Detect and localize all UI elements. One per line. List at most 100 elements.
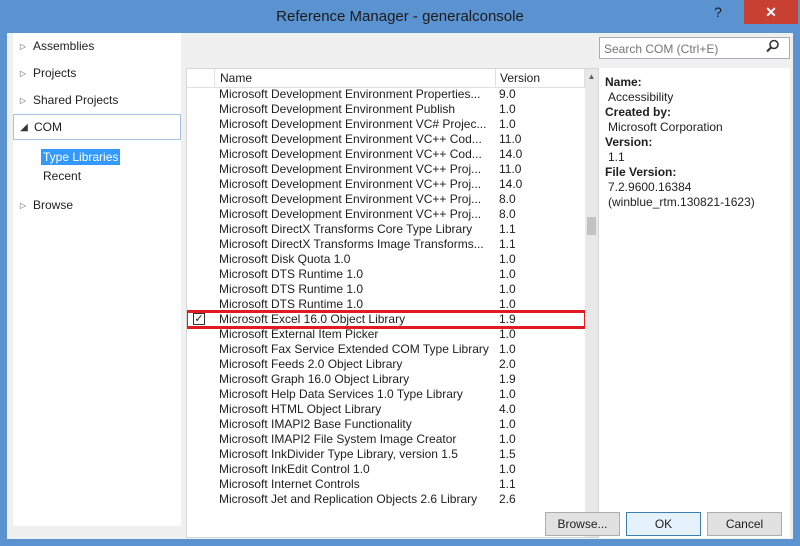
window-title: Reference Manager - generalconsole xyxy=(276,8,524,25)
row-version: 1.9 xyxy=(499,372,516,386)
row-name: Microsoft DTS Runtime 1.0 xyxy=(219,267,364,281)
row-name: Microsoft Development Environment VC++ P… xyxy=(219,207,482,221)
row-name: Microsoft DirectX Transforms Core Type L… xyxy=(219,222,473,236)
row-version: 9.0 xyxy=(499,87,516,101)
list-row[interactable]: Microsoft Development Environment VC++ C… xyxy=(187,132,585,147)
list-row[interactable]: Microsoft Development Environment VC++ P… xyxy=(187,162,585,177)
list-row[interactable]: Microsoft Graph 16.0 Object Library 1.9 xyxy=(187,372,585,387)
detail-name-label: Name: xyxy=(605,75,642,89)
row-name: Microsoft Development Environment VC++ C… xyxy=(219,147,482,161)
search-icon[interactable] xyxy=(762,39,784,57)
list-row[interactable]: Microsoft Disk Quota 1.0 1.0 xyxy=(187,252,585,267)
row-name: Microsoft Development Environment VC++ P… xyxy=(219,177,482,191)
details-panel: Name: Accessibility Created by: Microsof… xyxy=(599,68,790,538)
list-row[interactable]: ✓ Microsoft Excel 16.0 Object Library 1.9 xyxy=(187,310,587,329)
nav-subitem-recent[interactable]: Recent xyxy=(41,168,83,184)
list-row[interactable]: Microsoft DTS Runtime 1.0 1.0 xyxy=(187,282,585,297)
row-version: 1.0 xyxy=(499,417,516,431)
vertical-scrollbar[interactable]: ▲ ▼ xyxy=(585,69,598,537)
title-bar: Reference Manager - generalconsole ? ✕ xyxy=(0,0,800,33)
list-row[interactable]: Microsoft DirectX Transforms Image Trans… xyxy=(187,237,585,252)
expand-arrow-icon: ▷ xyxy=(19,200,27,210)
list-row[interactable]: Microsoft Help Data Services 1.0 Type Li… xyxy=(187,387,585,402)
detail-name-value: Accessibility xyxy=(608,90,674,104)
column-header-version[interactable]: Version xyxy=(495,69,585,87)
row-version: 1.1 xyxy=(499,237,516,251)
list-row[interactable]: Microsoft Development Environment Publis… xyxy=(187,102,585,117)
row-name: Microsoft Help Data Services 1.0 Type Li… xyxy=(219,387,463,401)
list-row[interactable]: Microsoft InkDivider Type Library, versi… xyxy=(187,447,585,462)
nav-item-label: Browse xyxy=(33,198,74,212)
row-version: 2.0 xyxy=(499,357,516,371)
nav-item-com[interactable]: ◢ COM xyxy=(13,114,181,140)
list-row[interactable]: Microsoft Jet and Replication Objects 2.… xyxy=(187,492,585,507)
close-button[interactable]: ✕ xyxy=(744,0,798,24)
row-version: 1.9 xyxy=(499,312,516,326)
row-name: Microsoft Development Environment Publis… xyxy=(219,102,456,116)
nav-item-label: Projects xyxy=(33,66,77,80)
help-button[interactable]: ? xyxy=(700,0,736,24)
nav-item-projects[interactable]: ▷ Projects xyxy=(13,60,181,86)
ok-button[interactable]: OK xyxy=(626,512,701,536)
list-row[interactable]: Microsoft Internet Controls 1.1 xyxy=(187,477,585,492)
list-row[interactable]: Microsoft InkEdit Control 1.0 1.0 xyxy=(187,462,585,477)
nav-item-label: Shared Projects xyxy=(33,93,119,107)
row-version: 1.0 xyxy=(499,252,516,266)
row-version: 1.0 xyxy=(499,102,516,116)
row-version: 11.0 xyxy=(499,162,522,176)
nav-item-assemblies[interactable]: ▷ Assemblies xyxy=(13,33,181,59)
column-header-name[interactable]: Name xyxy=(214,69,495,87)
nav-item-shared-projects[interactable]: ▷ Shared Projects xyxy=(13,87,181,113)
expand-arrow-icon: ▷ xyxy=(19,68,27,78)
row-version: 1.0 xyxy=(499,432,516,446)
scroll-thumb[interactable] xyxy=(587,217,596,235)
list-row[interactable]: Microsoft DirectX Transforms Core Type L… xyxy=(187,222,585,237)
row-version: 1.0 xyxy=(499,267,516,281)
row-name: Microsoft IMAPI2 Base Functionality xyxy=(219,417,412,431)
list-row[interactable]: Microsoft IMAPI2 File System Image Creat… xyxy=(187,432,585,447)
dialog-body: ▷ Assemblies ▷ Projects ▷ Shared Project… xyxy=(7,33,793,539)
row-version: 1.0 xyxy=(499,342,516,356)
row-name: Microsoft Development Environment VC# Pr… xyxy=(219,117,487,131)
list-row[interactable]: Microsoft Development Environment VC# Pr… xyxy=(187,117,585,132)
scroll-up-icon[interactable]: ▲ xyxy=(585,69,598,85)
row-name: Microsoft External Item Picker xyxy=(219,327,379,341)
row-name: Microsoft DTS Runtime 1.0 xyxy=(219,282,364,296)
cancel-button[interactable]: Cancel xyxy=(707,512,782,536)
row-version: 8.0 xyxy=(499,207,516,221)
row-version: 8.0 xyxy=(499,192,516,206)
search-input[interactable] xyxy=(600,38,766,60)
list-row[interactable]: Microsoft Development Environment VC++ C… xyxy=(187,147,585,162)
nav-item-label: Assemblies xyxy=(33,39,95,53)
nav-item-browse[interactable]: ▷ Browse xyxy=(13,192,181,218)
list-row[interactable]: Microsoft External Item Picker 1.0 xyxy=(187,327,585,342)
row-name: Microsoft DTS Runtime 1.0 xyxy=(219,297,364,311)
row-version: 1.5 xyxy=(499,447,516,461)
browse-button[interactable]: Browse... xyxy=(545,512,620,536)
expand-arrow-icon: ▷ xyxy=(19,95,27,105)
row-name: Microsoft Fax Service Extended COM Type … xyxy=(219,342,489,356)
detail-created-label: Created by: xyxy=(605,105,672,119)
list-row[interactable]: Microsoft Feeds 2.0 Object Library 2.0 xyxy=(187,357,585,372)
list-row[interactable]: Microsoft Fax Service Extended COM Type … xyxy=(187,342,585,357)
expand-arrow-icon: ▷ xyxy=(19,41,27,51)
row-version: 1.0 xyxy=(499,282,516,296)
list-row[interactable]: Microsoft HTML Object Library 4.0 xyxy=(187,402,585,417)
row-version: 4.0 xyxy=(499,402,516,416)
list-row[interactable]: Microsoft IMAPI2 Base Functionality 1.0 xyxy=(187,417,585,432)
list-row[interactable]: Microsoft DTS Runtime 1.0 1.0 xyxy=(187,267,585,282)
row-version: 11.0 xyxy=(499,132,522,146)
row-version: 1.0 xyxy=(499,387,516,401)
detail-version-value: 1.1 xyxy=(608,150,625,164)
list-row[interactable]: Microsoft Development Environment VC++ P… xyxy=(187,207,585,222)
list-row[interactable]: Microsoft DTS Runtime 1.0 1.0 xyxy=(187,297,585,312)
list-row[interactable]: Microsoft Development Environment VC++ P… xyxy=(187,192,585,207)
row-name: Microsoft Development Environment VC++ P… xyxy=(219,162,482,176)
list-row[interactable]: Microsoft Development Environment Proper… xyxy=(187,87,585,102)
row-version: 1.1 xyxy=(499,222,516,236)
detail-created-value: Microsoft Corporation xyxy=(608,120,723,134)
row-name: Microsoft InkDivider Type Library, versi… xyxy=(219,447,458,461)
checkbox-checked-icon[interactable]: ✓ xyxy=(193,313,205,325)
list-row[interactable]: Microsoft Development Environment VC++ P… xyxy=(187,177,585,192)
nav-subitem-type-libraries[interactable]: Type Libraries xyxy=(41,149,121,165)
